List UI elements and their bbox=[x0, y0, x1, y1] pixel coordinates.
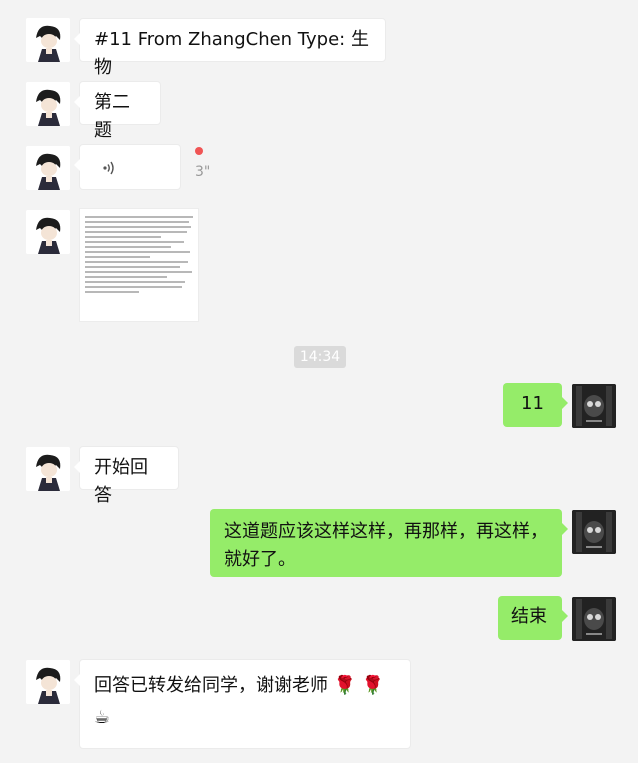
message-bubble-received[interactable]: 第二题 bbox=[74, 81, 161, 141]
avatar-contact[interactable] bbox=[26, 82, 70, 126]
message-bubble-sent[interactable]: 这道题应该这样这样，再那样，再这样，就好了。 bbox=[210, 509, 568, 577]
message-bubble-received[interactable]: #11 From ZhangChen Type: 生物 bbox=[74, 18, 386, 78]
message-text: 11 bbox=[521, 393, 544, 414]
message-text: 结束 bbox=[511, 606, 547, 627]
message-bubble-received[interactable]: 回答已转发给同学，谢谢老师 🌹 🌹 ☕ bbox=[74, 659, 411, 749]
unread-dot bbox=[195, 147, 203, 155]
message-bubble-received[interactable]: 开始回答 bbox=[74, 446, 179, 506]
avatar-contact[interactable] bbox=[26, 146, 70, 190]
chat-timestamp: 14:34 bbox=[294, 346, 346, 368]
avatar-contact[interactable] bbox=[26, 18, 70, 62]
voice-waves-icon bbox=[103, 161, 114, 175]
message-text: #11 From ZhangChen Type: 生物 bbox=[94, 29, 369, 78]
message-text: 回答已转发给同学，谢谢老师 bbox=[94, 675, 328, 696]
message-bubble-sent[interactable]: 结束 bbox=[498, 596, 568, 640]
avatar-contact[interactable] bbox=[26, 210, 70, 254]
message-text: 这道题应该这样这样，再那样，再这样，就好了。 bbox=[224, 521, 548, 570]
voice-duration: 3" bbox=[195, 164, 211, 180]
voice-message-bubble[interactable] bbox=[74, 144, 181, 190]
avatar-self[interactable] bbox=[572, 597, 616, 641]
avatar-self[interactable] bbox=[572, 510, 616, 554]
message-bubble-sent[interactable]: 11 bbox=[503, 383, 568, 427]
message-text: 开始回答 bbox=[94, 457, 148, 506]
avatar-self[interactable] bbox=[572, 384, 616, 428]
image-message-question[interactable] bbox=[79, 208, 199, 322]
avatar-contact[interactable] bbox=[26, 660, 70, 704]
avatar-contact[interactable] bbox=[26, 447, 70, 491]
message-text: 第二题 bbox=[94, 92, 130, 141]
